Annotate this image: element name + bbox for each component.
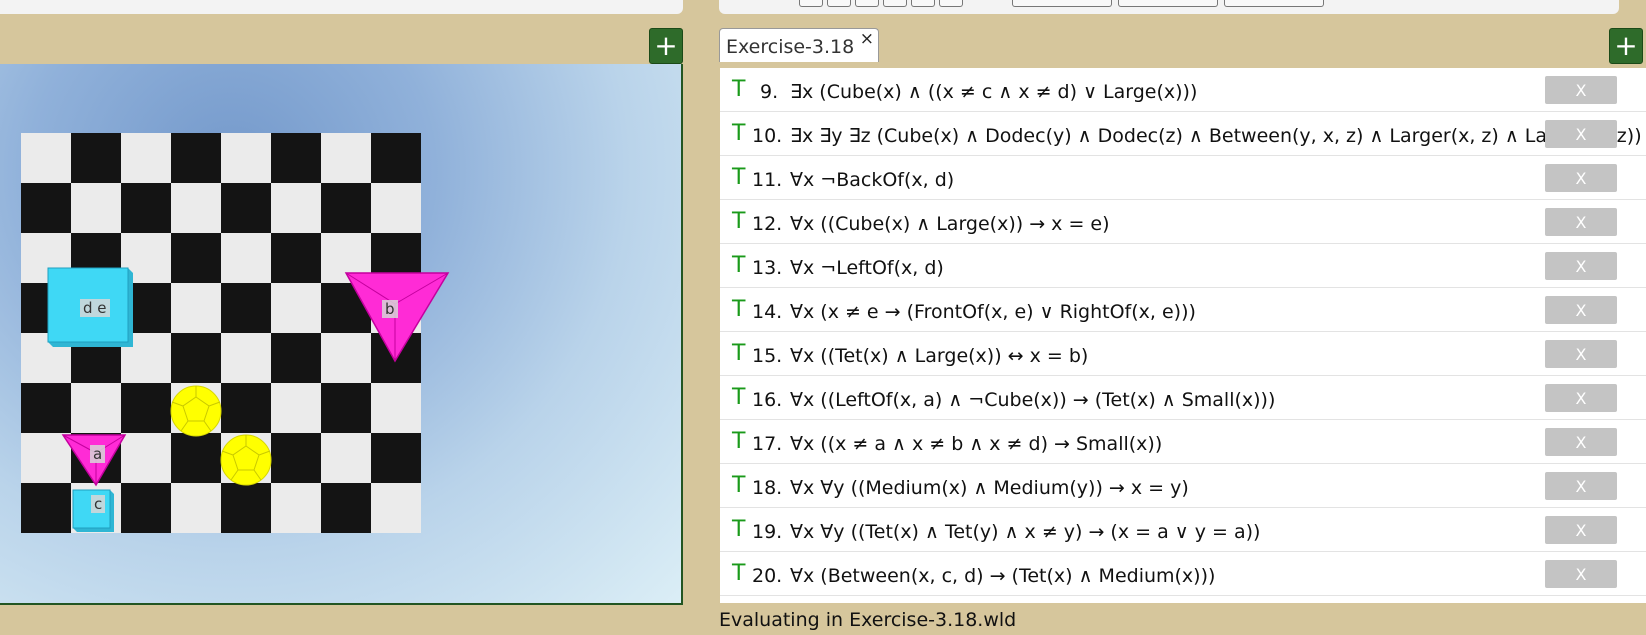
sentence-formula[interactable]: ∀x ((LeftOf(x, a) ∧ ¬Cube(x)) → (Tet(x) … [790, 389, 1275, 411]
sentence-row[interactable]: T 19. ∀x ∀y ((Tet(x) ∧ Tet(y) ∧ x ≠ y) → (… [720, 508, 1646, 552]
close-icon[interactable]: × [860, 29, 874, 49]
truth-indicator: T [732, 385, 746, 410]
label-a: a [90, 445, 106, 463]
sentence-toolbar [719, 0, 1619, 14]
sentence-number: 18. [752, 477, 783, 499]
delete-sentence-button[interactable]: X [1545, 516, 1617, 544]
sentence-formula[interactable]: ∀x (x ≠ e → (FrontOf(x, e) ∨ RightOf(x, … [790, 301, 1196, 323]
world-view[interactable]: d e b a c [0, 64, 683, 605]
sentence-row[interactable]: T 18. ∀x ∀y ((Medium(x) ∧ Medium(y)) → x =… [720, 464, 1646, 508]
sentence-formula[interactable]: ∀x ¬BackOf(x, d) [790, 169, 954, 191]
world-toolbar [0, 0, 683, 14]
toolbar-button[interactable] [799, 0, 823, 7]
truth-indicator: T [732, 297, 746, 322]
sentence-number: 20. [752, 565, 783, 587]
sentence-formula[interactable]: ∀x (Between(x, c, d) → (Tet(x) ∧ Medium(… [790, 565, 1215, 587]
dodecahedron[interactable] [170, 385, 222, 437]
delete-sentence-button[interactable]: X [1545, 208, 1617, 236]
sentence-row[interactable]: T 9. ∃x (Cube(x) ∧ ((x ≠ c ∧ x ≠ d) ∨ Larg… [720, 68, 1646, 112]
truth-indicator: T [732, 473, 746, 498]
truth-indicator: T [732, 517, 746, 542]
sentence-formula[interactable]: ∃x (Cube(x) ∧ ((x ≠ c ∧ x ≠ d) ∨ Large(x… [790, 81, 1197, 103]
delete-sentence-button[interactable]: X [1545, 252, 1617, 280]
sentence-row[interactable]: T 10. ∃x ∃y ∃z (Cube(x) ∧ Dodec(y) ∧ Dodec… [720, 112, 1646, 156]
delete-sentence-button[interactable]: X [1545, 296, 1617, 324]
sentence-number: 17. [752, 433, 783, 455]
truth-indicator: T [732, 121, 746, 146]
sentence-list[interactable]: T 9. ∃x (Cube(x) ∧ ((x ≠ c ∧ x ≠ d) ∨ Larg… [720, 68, 1646, 603]
sentence-formula[interactable]: ∀x ((Cube(x) ∧ Large(x)) → x = e) [790, 213, 1110, 235]
truth-indicator: T [732, 165, 746, 190]
toolbar-button[interactable] [1012, 0, 1112, 7]
truth-indicator: T [732, 209, 746, 234]
delete-sentence-button[interactable]: X [1545, 76, 1617, 104]
toolbar-button[interactable] [855, 0, 879, 7]
toolbar-button[interactable] [827, 0, 851, 7]
toolbar-button[interactable] [883, 0, 907, 7]
sentence-formula[interactable]: ∃x ∃y ∃z (Cube(x) ∧ Dodec(y) ∧ Dodec(z) … [790, 125, 1642, 147]
label-c: c [91, 495, 106, 513]
delete-sentence-button[interactable]: X [1545, 560, 1617, 588]
sentence-number: 16. [752, 389, 783, 411]
sentence-row[interactable]: T 12. ∀x ((Cube(x) ∧ Large(x)) → x = e) X [720, 200, 1646, 244]
truth-indicator: T [732, 341, 746, 366]
sentence-row[interactable]: T 13. ∀x ¬LeftOf(x, d) X [720, 244, 1646, 288]
delete-sentence-button[interactable]: X [1545, 164, 1617, 192]
sentence-number: 15. [752, 345, 783, 367]
toolbar-button[interactable] [911, 0, 935, 7]
sentence-row[interactable]: T 17. ∀x ((x ≠ a ∧ x ≠ b ∧ x ≠ d) → Small(… [720, 420, 1646, 464]
sentence-row[interactable]: T 11. ∀x ¬BackOf(x, d) X [720, 156, 1646, 200]
tab-exercise[interactable]: Exercise-3.18 × [719, 28, 879, 62]
sentence-number: 9. [760, 81, 779, 103]
label-d-e: d e [80, 299, 110, 317]
add-world-button[interactable]: + [649, 28, 683, 64]
sentence-formula[interactable]: ∀x ∀y ((Medium(x) ∧ Medium(y)) → x = y) [790, 477, 1189, 499]
tab-label: Exercise-3.18 [726, 36, 855, 58]
sentence-row[interactable]: T 20. ∀x (Between(x, c, d) → (Tet(x) ∧ Med… [720, 552, 1646, 596]
truth-indicator: T [732, 77, 746, 102]
delete-sentence-button[interactable]: X [1545, 120, 1617, 148]
delete-sentence-button[interactable]: X [1545, 384, 1617, 412]
delete-sentence-button[interactable]: X [1545, 428, 1617, 456]
toolbar-button[interactable] [1118, 0, 1218, 7]
sentence-row[interactable]: T 15. ∀x ((Tet(x) ∧ Large(x)) ↔ x = b) X [720, 332, 1646, 376]
sentence-row[interactable]: T 16. ∀x ((LeftOf(x, a) ∧ ¬Cube(x)) → (Tet… [720, 376, 1646, 420]
sentence-row[interactable]: T 14. ∀x (x ≠ e → (FrontOf(x, e) ∨ RightOf… [720, 288, 1646, 332]
add-sentence-button[interactable]: + [1609, 28, 1643, 64]
sentence-number: 19. [752, 521, 783, 543]
sentence-number: 13. [752, 257, 783, 279]
sentence-formula[interactable]: ∀x ¬LeftOf(x, d) [790, 257, 944, 279]
sentence-number: 14. [752, 301, 783, 323]
toolbar-button[interactable] [939, 0, 963, 7]
truth-indicator: T [732, 429, 746, 454]
sentence-formula[interactable]: ∀x ((Tet(x) ∧ Large(x)) ↔ x = b) [790, 345, 1088, 367]
label-b: b [382, 300, 398, 318]
toolbar-button[interactable] [1224, 0, 1324, 7]
sentence-number: 12. [752, 213, 783, 235]
sentence-formula[interactable]: ∀x ∀y ((Tet(x) ∧ Tet(y) ∧ x ≠ y) → (x = … [790, 521, 1260, 543]
status-text: Evaluating in Exercise-3.18.wld [719, 609, 1017, 631]
sentence-number: 11. [752, 169, 783, 191]
truth-indicator: T [732, 253, 746, 278]
truth-indicator: T [732, 561, 746, 586]
sentence-number: 10. [752, 125, 783, 147]
delete-sentence-button[interactable]: X [1545, 340, 1617, 368]
sentence-formula[interactable]: ∀x ((x ≠ a ∧ x ≠ b ∧ x ≠ d) → Small(x)) [790, 433, 1162, 455]
world-objects [47, 267, 450, 532]
delete-sentence-button[interactable]: X [1545, 472, 1617, 500]
dodecahedron[interactable] [220, 434, 272, 486]
